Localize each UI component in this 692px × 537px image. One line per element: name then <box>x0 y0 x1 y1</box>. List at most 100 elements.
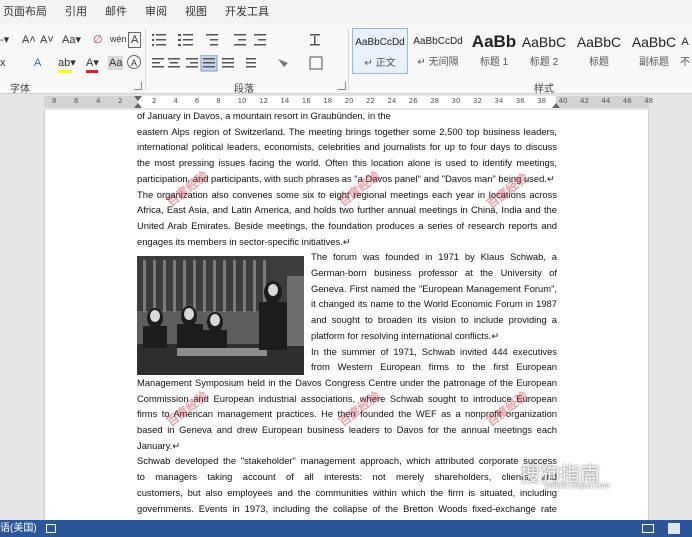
enclose-char-button[interactable]: A <box>127 55 141 69</box>
style-preview: AaBbCcDd <box>413 36 463 47</box>
paragraph-row1-icons[interactable] <box>150 32 346 50</box>
style-preview: AaBbC <box>521 34 567 50</box>
style-no-spacing[interactable]: AaBbCcDd ↵ 无间隔 <box>410 28 466 74</box>
text-line: Geneva. First named the "European Manage… <box>311 282 557 294</box>
font-launcher-icon[interactable] <box>134 82 142 90</box>
style-preview: A <box>681 36 689 48</box>
highlight-button[interactable]: ab▾ <box>58 56 76 70</box>
style-title[interactable]: AaBbC 标题 <box>571 28 627 74</box>
font-color-bar <box>86 70 98 73</box>
text-line: The forum was founded in 1971 by Klaus S… <box>311 251 557 263</box>
grow-font-button[interactable]: A˄ <box>22 33 36 47</box>
style-name: 不 <box>680 57 690 68</box>
ruler-number: 44 <box>601 97 611 105</box>
style-preview: AaBb <box>471 32 517 51</box>
language-indicator[interactable]: 语(美国) <box>0 520 37 537</box>
style-normal[interactable]: AaBbCcDd ↵ 正文 <box>352 28 408 74</box>
ruler-number: 8 <box>52 97 57 105</box>
text-line: to managers taking account of all intere… <box>137 471 557 483</box>
font-size-dropdown[interactable]: -▾ <box>0 33 9 47</box>
first-line-indent-icon[interactable] <box>134 96 142 101</box>
strikethrough-button[interactable]: x <box>0 56 6 70</box>
shrink-font-button[interactable]: A˅ <box>40 33 54 47</box>
ruler-number: 16 <box>301 97 311 105</box>
ruler-number: 8 <box>216 97 221 105</box>
styles-group-label: 样式 <box>534 84 554 95</box>
ruler-number: 6 <box>194 97 200 105</box>
tab-developer[interactable]: 开发工具 <box>216 0 278 24</box>
ribbon: -▾ A˄ A˅ Aa▾ ∅ wén A x A ab▾ A▾ Aa A 字体 <box>0 24 692 95</box>
style-preview: AaBbC <box>576 34 622 50</box>
phonetic-guide-button[interactable]: wén <box>110 32 127 46</box>
text-line: Schwab developed the "stakeholder" manag… <box>137 455 557 467</box>
font-group-label: 字体 <box>10 84 30 95</box>
ruler-number: 2 <box>152 97 157 105</box>
style-subtitle[interactable]: AaBbC 副标题 <box>626 28 682 74</box>
style-name: 标题 2 <box>529 57 559 68</box>
print-layout-icon[interactable] <box>668 523 680 534</box>
text-line: of January in Davos, a mountain resort i… <box>137 110 391 121</box>
style-name: 标题 1 <box>479 57 509 68</box>
styles-gallery: AaBbCcDd ↵ 正文 AaBbCcDd ↵ 无间隔 AaBb 标题 1 A… <box>350 28 690 74</box>
ruler-number: 22 <box>366 97 375 105</box>
text-line: and sought to broaden its vision to incl… <box>311 314 557 326</box>
text-line: German-born business professor at the Un… <box>311 267 557 278</box>
ruler-number: 26 <box>408 97 418 105</box>
text-line: January.↵ <box>137 439 181 451</box>
status-bar: 语(美国) <box>0 520 692 537</box>
font-color-button[interactable]: A▾ <box>86 56 99 70</box>
ruler-number: 42 <box>580 97 589 105</box>
text-line: customers, but also employees and the co… <box>137 486 557 498</box>
highlight-color-bar <box>58 70 72 73</box>
ruler-number: 32 <box>473 97 482 105</box>
style-name: ↵ 正文 <box>364 58 396 69</box>
tab-review[interactable]: 审阅 <box>136 0 176 24</box>
style-heading-1[interactable]: AaBb 标题 1 <box>466 28 522 74</box>
ruler-number: 20 <box>344 97 354 105</box>
tab-view[interactable]: 视图 <box>176 0 216 24</box>
text-line: international political leaders, economi… <box>137 141 557 153</box>
char-border-button[interactable]: A <box>128 32 142 48</box>
style-name: ↵ 无间隔 <box>417 57 459 68</box>
text-line: from Western European firms to the first… <box>311 361 557 373</box>
ruler-number: 2 <box>118 97 123 105</box>
text-line: United Arab Emirates. Beside meetings, t… <box>137 219 557 231</box>
style-name: 标题 <box>589 57 609 68</box>
text-line: eastern Alps region of Switzerland. The … <box>137 125 557 137</box>
paragraph-row2-icons[interactable] <box>150 55 346 73</box>
style-more[interactable]: A 不 <box>680 28 690 74</box>
ruler-number: 38 <box>537 97 547 105</box>
text-line: governments. Events in 1973, including t… <box>137 502 557 514</box>
ruler-number: 40 <box>558 97 568 105</box>
clear-format-icon[interactable]: ∅ <box>93 33 103 47</box>
ruler-number: 6 <box>74 97 79 105</box>
ruler-number: 30 <box>451 97 461 105</box>
horizontal-ruler[interactable]: 8 6 4 2 2 4 6 8 10 12 14 16 18 20 22 24 26 28 30 32 34 36 38 40… <box>44 96 653 108</box>
char-shading-button[interactable]: Aa <box>108 56 124 70</box>
sogou-logo-url: zhinan.sogou.com <box>545 481 610 490</box>
paragraph-group-label: 段落 <box>234 84 254 95</box>
style-heading-2[interactable]: AaBbC 标题 2 <box>516 28 572 74</box>
text-effect-button[interactable]: A <box>34 56 41 70</box>
style-name: 副标题 <box>639 57 669 68</box>
macro-record-icon[interactable] <box>46 524 56 533</box>
tab-mailings[interactable]: 邮件 <box>96 0 136 24</box>
ruler-number: 34 <box>494 97 504 105</box>
text-line: In the summer of 1971, Schwab invited 44… <box>311 345 557 357</box>
style-preview: AaBbCcDd <box>355 37 405 48</box>
paragraph-launcher-icon[interactable] <box>338 82 346 90</box>
ruler-number: 4 <box>173 97 178 105</box>
separator <box>145 28 146 90</box>
style-preview: AaBbC <box>631 34 677 50</box>
hanging-indent-icon[interactable] <box>134 103 142 108</box>
separator <box>348 28 349 90</box>
ruler-number: 28 <box>430 97 440 105</box>
historical-photo[interactable] <box>137 256 304 375</box>
ruler-number: 18 <box>323 97 333 105</box>
text-line: platform for resolving international con… <box>311 329 500 341</box>
read-mode-icon[interactable] <box>642 524 654 533</box>
tab-page-layout[interactable]: 页面布局 <box>0 0 56 24</box>
ruler-number: 12 <box>259 97 268 105</box>
tab-references[interactable]: 引用 <box>56 0 96 24</box>
change-case-button[interactable]: Aa▾ <box>62 33 81 47</box>
